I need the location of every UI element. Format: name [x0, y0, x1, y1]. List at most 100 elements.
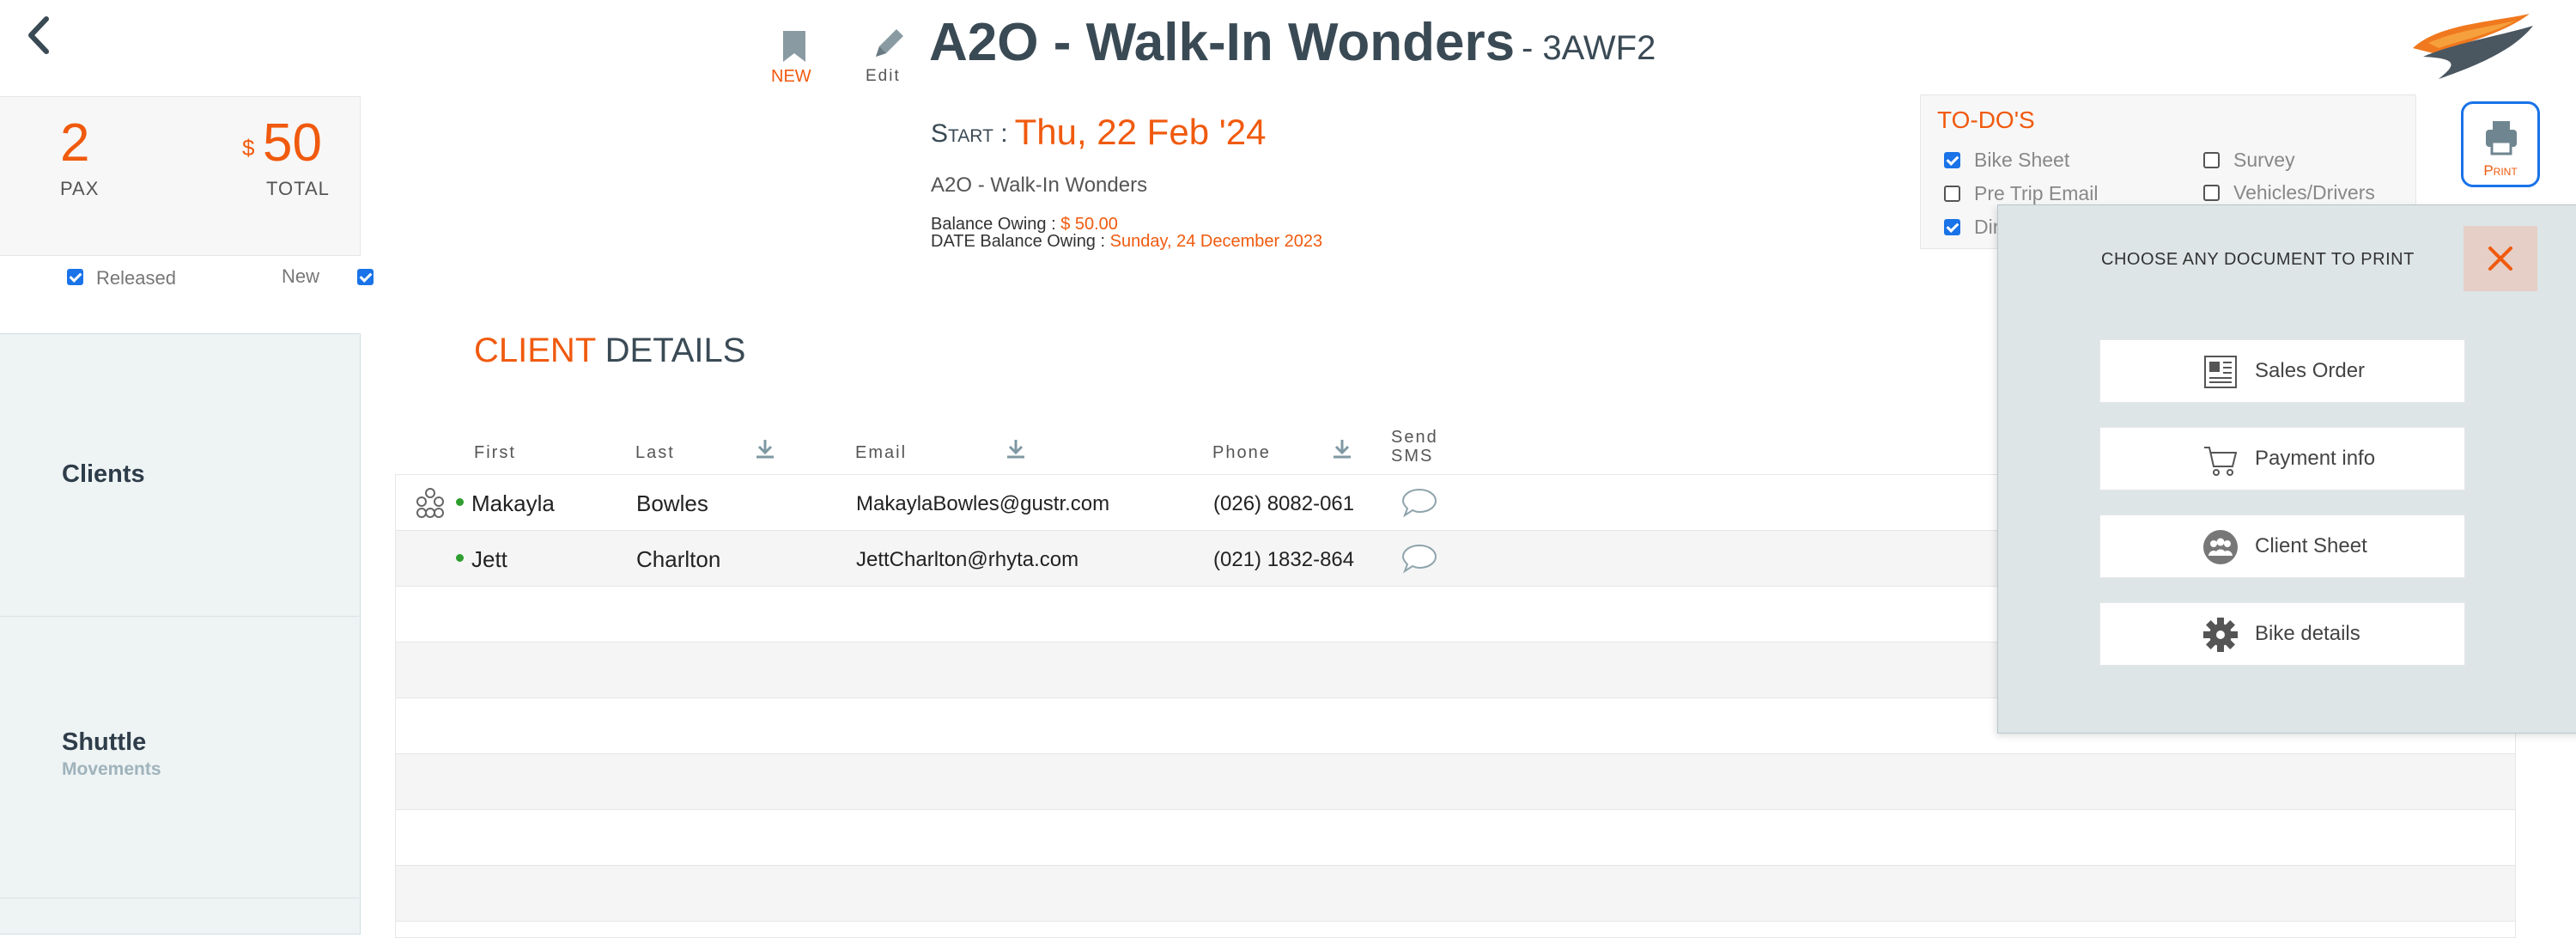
- booking-code: - 3AWF2: [1522, 29, 1656, 67]
- print-option-label: Client Sheet: [2255, 534, 2367, 557]
- group-icon: [2203, 530, 2238, 564]
- printer-icon: [2486, 121, 2517, 155]
- pax-count: 2: [60, 113, 90, 173]
- currency-symbol: $: [242, 135, 255, 161]
- client-last-name: Charlton: [636, 546, 721, 572]
- edit-button[interactable]: Edit: [859, 22, 919, 93]
- client-email[interactable]: MakaylaBowles@gustr.com: [856, 492, 1109, 516]
- total-label: TOTAL: [266, 178, 330, 199]
- print-payment-info-button[interactable]: Payment info: [2099, 427, 2465, 490]
- nav-item-shuttle[interactable]: Shuttle: [62, 728, 146, 757]
- print-option-label: Sales Order: [2255, 359, 2366, 382]
- gear-icon: [2203, 618, 2238, 652]
- print-option-label: Payment info: [2255, 447, 2376, 470]
- todo-item-survey[interactable]: Survey: [2203, 149, 2295, 172]
- status-dot: [456, 554, 464, 562]
- client-phone[interactable]: (021) 1832-864: [1213, 548, 1354, 572]
- print-panel-title: CHOOSE ANY DOCUMENT TO PRINT: [2101, 250, 2415, 269]
- balance-date-value: Sunday, 24 December 2023: [1109, 232, 1323, 251]
- document-icon: [2204, 356, 2237, 388]
- todo-item-label: Bike Sheet: [1974, 149, 2070, 171]
- todo-item-label: Dir: [1974, 216, 2000, 238]
- total-amount: 50: [263, 113, 322, 173]
- todo-checkbox[interactable]: [1944, 219, 1960, 235]
- new-bookmark-button[interactable]: NEW: [764, 24, 824, 93]
- nav-item-shuttle-subtitle: Movements: [62, 759, 161, 779]
- booking-subtitle: A2O - Walk-In Wonders: [931, 174, 1148, 197]
- nav-divider: [0, 616, 359, 617]
- download-icon: [756, 440, 774, 459]
- client-email[interactable]: JettCharlton@rhyta.com: [856, 548, 1078, 572]
- sms-icon[interactable]: [1400, 543, 1438, 574]
- todo-checkbox[interactable]: [2203, 152, 2220, 168]
- close-icon: [2488, 247, 2512, 271]
- balance-owing-date: DATE Balance Owing : Sunday, 24 December…: [931, 232, 1322, 252]
- client-first-name: Jett: [471, 546, 507, 572]
- client-first-name: Makayla: [471, 490, 555, 516]
- todo-item-label: Pre Trip Email: [1974, 182, 2099, 204]
- print-label: Print: [2483, 162, 2518, 179]
- released-label: Released: [96, 267, 176, 289]
- balance-owing-value: $ 50.00: [1060, 215, 1118, 234]
- download-phone-button[interactable]: [1331, 438, 1353, 465]
- new-label: New: [282, 265, 320, 287]
- client-details-title: CLIENT DETAILS: [474, 332, 745, 370]
- column-header-send: Send: [1391, 428, 1438, 447]
- pax-label: PAX: [60, 178, 100, 199]
- start-date: Thu, 22 Feb '24: [1014, 112, 1267, 152]
- print-option-label: Bike details: [2255, 622, 2360, 645]
- print-bike-details-button[interactable]: Bike details: [2099, 602, 2465, 666]
- start-label: Start :: [931, 119, 1008, 148]
- empty-row: [396, 866, 2515, 922]
- column-header-first: First: [474, 443, 516, 462]
- print-button[interactable]: Print: [2461, 101, 2540, 187]
- app-logo: [2404, 5, 2542, 96]
- todo-item-vehicles-drivers[interactable]: Vehicles/Drivers: [2203, 181, 2375, 204]
- chevron-left-icon: [28, 16, 49, 54]
- start-date-line: Start : Thu, 22 Feb '24: [931, 112, 1266, 153]
- new-checkbox[interactable]: [357, 269, 374, 285]
- group-icon: [416, 488, 444, 518]
- print-sales-order-button[interactable]: Sales Order: [2099, 339, 2465, 403]
- client-details-title-accent: CLIENT: [474, 332, 596, 369]
- released-checkbox[interactable]: [67, 269, 83, 285]
- pencil-icon: [876, 29, 903, 57]
- todo-item-label: Survey: [2233, 149, 2295, 171]
- balance-date-label: DATE Balance Owing :: [931, 232, 1106, 251]
- download-icon: [1007, 440, 1024, 459]
- todo-item-pre-trip-email[interactable]: Pre Trip Email: [1944, 182, 2098, 205]
- empty-row: [396, 754, 2515, 810]
- page-title: A2O - Walk-In Wonders: [929, 13, 1516, 72]
- back-button[interactable]: [24, 15, 58, 58]
- todo-item-label: Vehicles/Drivers: [2233, 181, 2375, 204]
- todo-checkbox[interactable]: [1944, 186, 1960, 202]
- download-last-button[interactable]: [754, 438, 776, 465]
- todo-item-dir[interactable]: Dir: [1944, 216, 1999, 239]
- client-details-title-rest: DETAILS: [605, 332, 746, 369]
- status-dot: [456, 498, 464, 506]
- booking-stats-card: 2 PAX $ 50 TOTAL: [0, 96, 361, 256]
- column-header-phone: Phone: [1212, 443, 1271, 462]
- side-nav: [0, 333, 361, 935]
- column-header-sms: SMS: [1391, 447, 1434, 466]
- todo-title: TO-DO'S: [1937, 107, 2035, 133]
- new-bookmark-label: NEW: [771, 67, 811, 86]
- client-phone[interactable]: (026) 8082-061: [1213, 492, 1354, 516]
- empty-row: [396, 810, 2515, 866]
- close-button[interactable]: [2464, 226, 2537, 291]
- sms-icon[interactable]: [1400, 487, 1438, 518]
- download-email-button[interactable]: [1005, 438, 1027, 465]
- nav-item-clients[interactable]: Clients: [62, 460, 145, 489]
- todo-checkbox[interactable]: [1944, 152, 1960, 168]
- client-last-name: Bowles: [636, 490, 708, 516]
- cart-icon: [2204, 447, 2238, 476]
- bookmark-icon: [783, 31, 805, 62]
- print-document-panel: CHOOSE ANY DOCUMENT TO PRINT Sales Order…: [1997, 204, 2576, 734]
- balance-owing-label: Balance Owing :: [931, 215, 1056, 234]
- column-header-last: Last: [635, 443, 675, 462]
- download-icon: [1334, 440, 1351, 459]
- edit-label: Edit: [866, 67, 901, 85]
- todo-checkbox[interactable]: [2203, 185, 2220, 201]
- todo-item-bike-sheet[interactable]: Bike Sheet: [1944, 149, 2069, 172]
- print-client-sheet-button[interactable]: Client Sheet: [2099, 515, 2465, 578]
